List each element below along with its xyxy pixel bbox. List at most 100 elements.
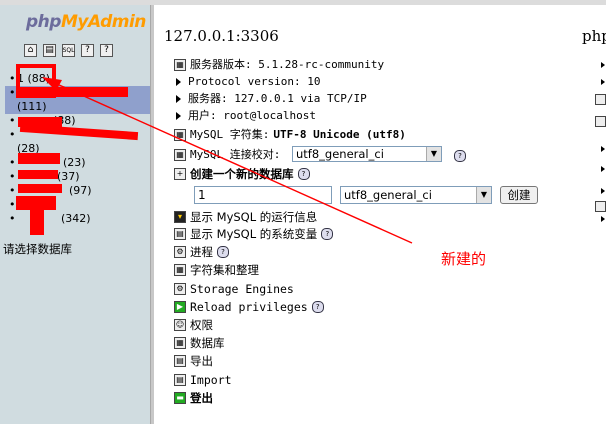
chevron-down-icon: ▼ [426, 147, 441, 161]
link-row: ▤ 导出 [174, 353, 213, 369]
database-item-selected-count[interactable]: (111) [5, 100, 150, 114]
red-highlight-box [16, 64, 56, 98]
main-frame: 127.0.0.1:3306 php ▦ 服务器版本: 5.1.28-rc-co… [154, 5, 606, 424]
create-db-heading-row: + 创建一个新的数据库 ? [174, 166, 310, 182]
engines-icon: ⚙ [174, 283, 186, 295]
new-database-icon: + [174, 168, 186, 180]
protocol-text: Protocol version: 10 [188, 75, 321, 88]
help-icon[interactable]: ? [454, 150, 466, 162]
collation-icon: ▦ [174, 149, 186, 161]
redaction-mark [18, 170, 58, 179]
bullet-arrow-icon [601, 216, 605, 222]
new-database-name-input[interactable]: 1 [194, 186, 332, 204]
reload-privileges-link[interactable]: Reload privileges [190, 299, 308, 315]
new-database-collation-value: utf8_general_ci [344, 188, 432, 202]
link-row: ▶ Reload privileges ? [174, 299, 324, 315]
select-database-hint: 请选择数据库 [3, 242, 72, 256]
chevron-down-icon: ▼ [476, 187, 491, 203]
charset-row: ▦ MySQL 字符集: UTF-8 Unicode (utf8) [174, 127, 406, 143]
export-icon: ▤ [174, 355, 186, 367]
user-row: 用户: root@localhost [168, 108, 316, 124]
redaction-mark [16, 196, 56, 210]
show-status-link[interactable]: 显示 MySQL 的运行信息 [190, 209, 317, 225]
link-row: ▤ Import [174, 372, 232, 388]
import-link[interactable]: Import [190, 372, 232, 388]
processes-link[interactable]: 进程 [190, 244, 213, 260]
charsets-link[interactable]: 字符集和整理 [190, 262, 259, 278]
charset-value: UTF-8 Unicode (utf8) [273, 128, 406, 141]
help-icon[interactable]: ? [100, 44, 113, 57]
help-icon[interactable]: ? [217, 246, 229, 258]
collation-select-value: utf8_general_ci [296, 147, 384, 161]
database-item-label: (342) [61, 212, 91, 225]
logout-icon: ▬ [174, 392, 186, 404]
bullet-arrow-icon [176, 78, 181, 86]
new-database-collation-select[interactable]: utf8_general_ci ▼ [340, 186, 492, 204]
link-row: ⚙ Storage Engines [174, 281, 294, 297]
logout-link[interactable]: 登出 [190, 390, 213, 406]
redaction-mark [18, 153, 60, 164]
annotation-label: 新建的 [441, 250, 487, 268]
database-item-label: (23) [63, 156, 86, 169]
redaction-mark [30, 209, 44, 235]
show-variables-link[interactable]: 显示 MySQL 的系统变量 [190, 226, 317, 242]
query-window-icon[interactable]: ▤ [43, 44, 56, 57]
processes-icon: ⚙ [174, 246, 186, 258]
database-item[interactable]: • (342) [5, 212, 150, 226]
phpmyadmin-logo[interactable]: phpMyAdmin [26, 12, 146, 32]
bullet-arrow-icon [601, 166, 605, 172]
link-row: ▬ 登出 [174, 390, 213, 406]
status-icon: ▾ [174, 211, 186, 223]
charset-icon: ▦ [174, 129, 186, 141]
home-icon[interactable]: ⌂ [24, 44, 37, 57]
server-icon: ▦ [174, 59, 186, 71]
create-db-label: 创建一个新的数据库 [190, 167, 294, 181]
bullet-arrow-icon [601, 62, 605, 68]
tool-icon [595, 116, 606, 127]
bullet-arrow-icon [601, 79, 605, 85]
sidebar-icon-row: ⌂ ▤ SQL ? ? [24, 44, 113, 57]
link-row: ⚙ 进程 ? [174, 244, 229, 260]
server-version-row: ▦ 服务器版本: 5.1.28-rc-community [174, 57, 384, 73]
bullet-arrow-icon [601, 146, 605, 152]
bullet-arrow-icon [176, 95, 181, 103]
protocol-row: Protocol version: 10 [168, 74, 320, 90]
collation-select[interactable]: utf8_general_ci ▼ [292, 146, 442, 162]
bullet-arrow-icon [601, 188, 605, 194]
create-database-button[interactable]: 创建 [500, 186, 538, 204]
databases-icon: ▦ [174, 337, 186, 349]
collation-label: MySQL 连接校对: [190, 148, 281, 161]
databases-link[interactable]: 数据库 [190, 335, 225, 351]
link-row: ▤ 显示 MySQL 的系统变量 ? [174, 226, 334, 242]
link-row: ▦ 字符集和整理 [174, 262, 259, 278]
server-host-title: 127.0.0.1:3306 [164, 27, 279, 45]
storage-engines-link[interactable]: Storage Engines [190, 281, 294, 297]
charset-label: MySQL 字符集: [190, 128, 270, 141]
tool-icon [595, 94, 606, 105]
privileges-icon: ☺ [174, 319, 186, 331]
home-icon [595, 201, 606, 212]
bullet-arrow-icon [176, 112, 181, 120]
logo-php-text: php [26, 12, 61, 32]
sql-icon[interactable]: SQL [62, 44, 75, 57]
help-icon[interactable]: ? [311, 301, 324, 313]
server-connection-text: 服务器: 127.0.0.1 via TCP/IP [188, 92, 367, 105]
reload-icon: ▶ [174, 301, 186, 313]
link-row: ▦ 数据库 [174, 335, 225, 351]
export-link[interactable]: 导出 [190, 353, 213, 369]
database-item-label: (37) [57, 170, 80, 183]
help-icon[interactable]: ? [321, 228, 334, 240]
redaction-mark [18, 184, 62, 193]
logo-myadmin-text: MyAdmin [60, 12, 146, 32]
privileges-link[interactable]: 权限 [190, 317, 213, 333]
server-version-text: 服务器版本: 5.1.28-rc-community [190, 58, 385, 71]
php-section-heading: php [582, 27, 606, 45]
server-connection-row: 服务器: 127.0.0.1 via TCP/IP [168, 91, 367, 107]
docs-icon[interactable]: ? [81, 44, 94, 57]
help-icon[interactable]: ? [297, 168, 310, 180]
database-item-label: (111) [17, 100, 47, 113]
import-icon: ▤ [174, 374, 186, 386]
charsets-icon: ▦ [174, 264, 186, 276]
link-row: ☺ 权限 [174, 317, 213, 333]
user-text: 用户: root@localhost [188, 109, 316, 122]
